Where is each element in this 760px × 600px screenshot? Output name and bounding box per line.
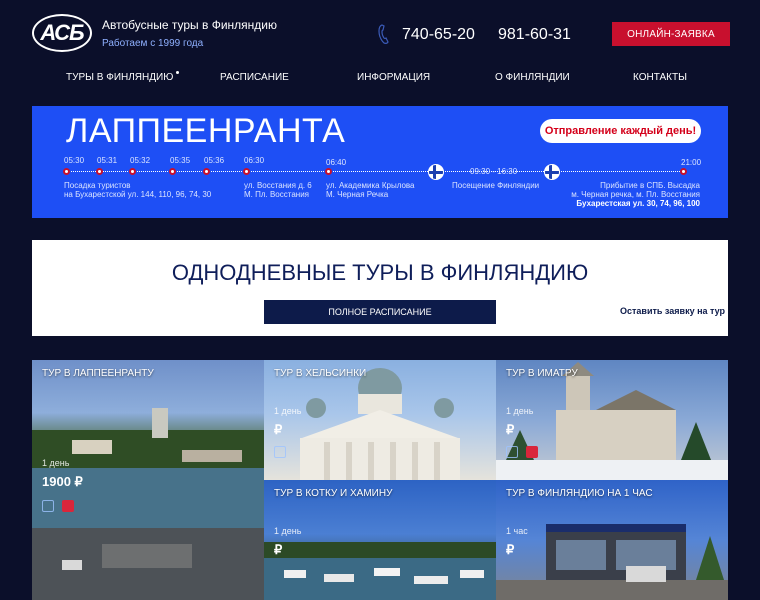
online-request-button[interactable]: ОНЛАЙН-ЗАЯВКА — [612, 22, 730, 46]
stop-time: 05:30 — [64, 156, 85, 165]
nav-item-contacts[interactable]: КОНТАКТЫ — [633, 72, 687, 83]
finland-flag-icon — [428, 164, 444, 180]
stop-description: ул. Восстания д. 6 М. Пл. Восстания — [244, 181, 312, 199]
tour-tile-imatra[interactable]: ТУР В ИМАТРУ 1 день ₽ — [496, 360, 728, 480]
bag-icon — [526, 446, 538, 458]
stop-time: 09:30 - 16:30 — [470, 167, 518, 176]
request-tour-link[interactable]: Оставить заявку на тур — [620, 306, 725, 316]
stop-line: ул. Восстания д. 6 — [244, 181, 312, 190]
stop-description: Прибытие в СПБ. Высадка м. Черная речка,… — [571, 181, 700, 208]
bus-icon — [274, 446, 286, 458]
tours-section: ОДНОДНЕВНЫЕ ТУРЫ В ФИНЛЯНДИЮ ПОЛНОЕ РАСП… — [32, 240, 728, 336]
bus-icon — [42, 500, 54, 512]
departure-badge[interactable]: Отправление каждый день! — [540, 119, 701, 143]
stop-time: 06:30 — [244, 156, 265, 165]
stop-time: 06:40 — [326, 158, 347, 167]
stop-description: ул. Академика Крылова М. Черная Речка — [326, 181, 415, 199]
full-schedule-button[interactable]: ПОЛНОЕ РАСПИСАНИЕ — [264, 300, 496, 324]
stop-marker — [680, 168, 687, 175]
stop-line: м. Черная речка, м. Пл. Восстания — [571, 190, 700, 199]
tour-tile-kotka-hamina[interactable]: ТУР В КОТКУ И ХАМИНУ 1 день ₽ — [264, 480, 496, 600]
stop-time: 05:31 — [97, 156, 118, 165]
stop-time: 05:35 — [170, 156, 191, 165]
tile-price: 1900 ₽ — [42, 474, 83, 489]
tour-tile-finland-1-hour[interactable]: ТУР В ФИНЛЯНДИЮ НА 1 ЧАС 1 час ₽ — [496, 480, 728, 600]
stop-marker — [203, 168, 210, 175]
tour-tile-lappeenranta[interactable]: ТУР В ЛАППЕЕНРАНТУ 1 день 1900 ₽ — [32, 360, 264, 600]
dropdown-indicator-icon — [176, 71, 179, 74]
tour-tile-helsinki[interactable]: ТУР В ХЕЛЬСИНКИ 1 день ₽ — [264, 360, 496, 480]
stop-description: Посадка туристов на Бухарестской ул. 144… — [64, 181, 211, 199]
tile-icons — [274, 446, 286, 458]
nav-item-tours[interactable]: ТУРЫ В ФИНЛЯНДИЮ — [66, 72, 173, 83]
stop-line: ул. Академика Крылова — [326, 181, 415, 190]
phone-number-2[interactable]: 981-60-31 — [498, 26, 571, 44]
tile-price: ₽ — [274, 422, 283, 437]
tile-title: ТУР В ФИНЛЯНДИЮ НА 1 ЧАС — [506, 488, 653, 499]
bus-icon — [506, 446, 518, 458]
banner-title: ЛАППЕЕНРАНТА — [66, 112, 346, 150]
stop-marker — [129, 168, 136, 175]
nav-item-info[interactable]: ИНФОРМАЦИЯ — [357, 72, 430, 83]
header: АСБ Автобусные туры в Финляндию Работаем… — [0, 0, 760, 60]
stop-marker — [96, 168, 103, 175]
tile-duration: 1 день — [506, 406, 534, 416]
tile-price: ₽ — [506, 542, 515, 557]
section-title: ОДНОДНЕВНЫЕ ТУРЫ В ФИНЛЯНДИЮ — [171, 260, 589, 285]
stop-line: М. Черная Речка — [326, 190, 389, 199]
stop-marker — [325, 168, 332, 175]
stop-line: Посещение Финляндии — [452, 181, 540, 190]
logo[interactable]: АСБ — [32, 14, 92, 52]
since-text: Работаем с 1999 года — [102, 38, 204, 49]
finland-flag-icon — [544, 164, 560, 180]
tile-price: ₽ — [506, 422, 515, 437]
tagline: Автобусные туры в Финляндию — [102, 18, 278, 32]
stop-marker — [63, 168, 70, 175]
tile-icons — [42, 500, 74, 512]
tile-title: ТУР В ЛАППЕЕНРАНТУ — [42, 368, 154, 379]
tile-duration: 1 день — [274, 526, 302, 536]
stop-line: Бухарестская ул. 30, 74, 96, 100 — [576, 199, 700, 208]
tile-price: ₽ — [274, 542, 283, 557]
stop-marker — [169, 168, 176, 175]
stop-marker — [243, 168, 250, 175]
stop-description: Посещение Финляндии — [452, 181, 539, 190]
tile-title: ТУР В ИМАТРУ — [506, 368, 578, 379]
route-banner: ЛАППЕЕНРАНТА Отправление каждый день! 05… — [32, 106, 728, 218]
stop-line: Посадка туристов — [64, 181, 131, 190]
tile-duration: 1 час — [506, 526, 528, 536]
nav-item-schedule[interactable]: РАСПИСАНИЕ — [220, 72, 289, 83]
stop-time: 21:00 — [681, 158, 702, 167]
stop-line: на Бухарестской ул. 144, 110, 96, 74, 30 — [64, 190, 212, 199]
bag-icon — [62, 500, 74, 512]
tile-title: ТУР В ХЕЛЬСИНКИ — [274, 368, 367, 379]
stop-time: 05:32 — [130, 156, 151, 165]
nav-item-about[interactable]: О ФИНЛЯНДИИ — [495, 72, 570, 83]
main-nav: ТУРЫ В ФИНЛЯНДИЮ РАСПИСАНИЕ ИНФОРМАЦИЯ О… — [0, 66, 760, 90]
tile-title: ТУР В КОТКУ И ХАМИНУ — [274, 488, 393, 499]
stop-line: Прибытие в СПБ. Высадка — [600, 181, 700, 190]
stop-line: М. Пл. Восстания — [244, 190, 309, 199]
tile-duration: 1 день — [274, 406, 302, 416]
tile-duration: 1 день — [42, 458, 70, 468]
phone-icon — [378, 24, 389, 44]
phone-number-1[interactable]: 740-65-20 — [402, 26, 475, 44]
stop-time: 05:36 — [204, 156, 225, 165]
tile-icons — [506, 446, 538, 458]
timeline-line — [66, 171, 686, 172]
